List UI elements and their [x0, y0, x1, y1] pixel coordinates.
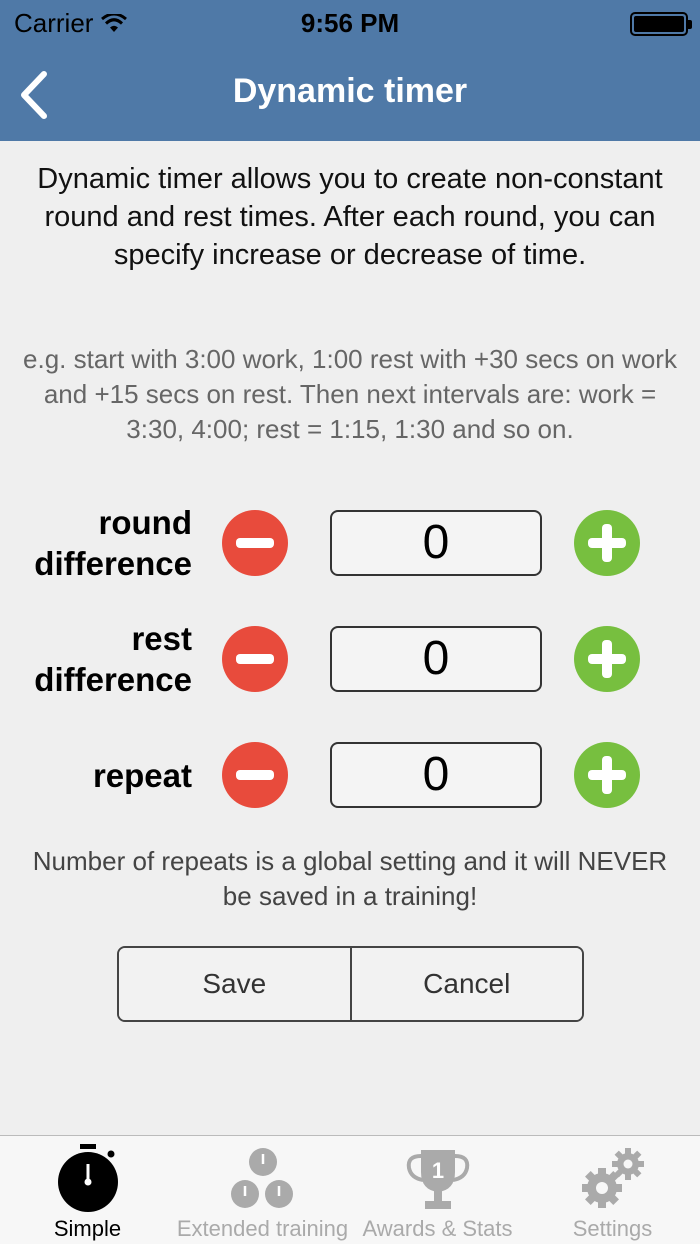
rest-difference-row: rest difference 0 — [0, 614, 700, 704]
tab-awards-stats-label: Awards & Stats — [362, 1216, 513, 1241]
repeat-label-text: repeat — [92, 756, 192, 794]
round-difference-minus-button[interactable] — [222, 510, 288, 576]
multi-stopwatch-icon — [230, 1148, 293, 1208]
intro-text: Dynamic timer allows you to create non-c… — [37, 163, 663, 271]
save-button[interactable]: Save — [119, 948, 350, 1020]
status-bar: Carrier 9:56 PM — [0, 0, 700, 48]
tab-simple[interactable]: Simple — [0, 1136, 175, 1244]
round-difference-label: round difference — [2, 498, 192, 588]
repeat-label: repeat — [2, 730, 192, 820]
tab-extended-training-label: Extended training — [176, 1216, 349, 1241]
round-difference-label-line2: difference — [34, 545, 192, 582]
repeat-row: repeat 0 — [0, 730, 700, 820]
repeat-note: Number of repeats is a global setting an… — [32, 846, 668, 911]
stopwatch-icon — [57, 1144, 118, 1212]
cancel-button[interactable]: Cancel — [349, 948, 582, 1020]
tab-simple-label: Simple — [53, 1216, 122, 1241]
status-time: 9:56 PM — [300, 8, 400, 38]
tab-settings[interactable]: Settings — [525, 1136, 700, 1244]
tab-extended-training[interactable]: Extended training — [175, 1136, 350, 1244]
round-difference-value[interactable]: 0 — [330, 510, 542, 576]
header: Carrier 9:56 PM Dynamic timer — [0, 0, 700, 141]
repeat-minus-button[interactable] — [222, 742, 288, 808]
repeat-plus-button[interactable] — [574, 742, 640, 808]
page-title: Dynamic timer — [232, 72, 468, 110]
tab-awards-stats[interactable]: 1 Awards & Stats — [350, 1136, 525, 1244]
battery-icon — [630, 12, 692, 36]
example-text: e.g. start with 3:00 work, 1:00 rest wit… — [23, 344, 677, 444]
nav-bar: Dynamic timer — [0, 48, 700, 141]
round-difference-label-line1: round — [98, 504, 192, 541]
rest-difference-value[interactable]: 0 — [330, 626, 542, 692]
repeat-value[interactable]: 0 — [330, 742, 542, 808]
round-difference-row: round difference 0 — [0, 498, 700, 588]
tab-settings-label: Settings — [572, 1216, 653, 1241]
rest-difference-plus-button[interactable] — [574, 626, 640, 692]
gears-icon — [581, 1148, 644, 1208]
rest-difference-label-line2: difference — [34, 661, 192, 698]
action-buttons: Save Cancel — [117, 946, 584, 1022]
rest-difference-label-line1: rest — [131, 620, 192, 657]
round-difference-plus-button[interactable] — [574, 510, 640, 576]
rest-difference-label: rest difference — [2, 614, 192, 704]
rest-difference-minus-button[interactable] — [222, 626, 288, 692]
trophy-icon: 1 — [406, 1150, 469, 1209]
trophy-badge: 1 — [431, 1158, 443, 1183]
tab-bar: Simple Extended training 1 Awards & Stat… — [0, 1135, 700, 1244]
